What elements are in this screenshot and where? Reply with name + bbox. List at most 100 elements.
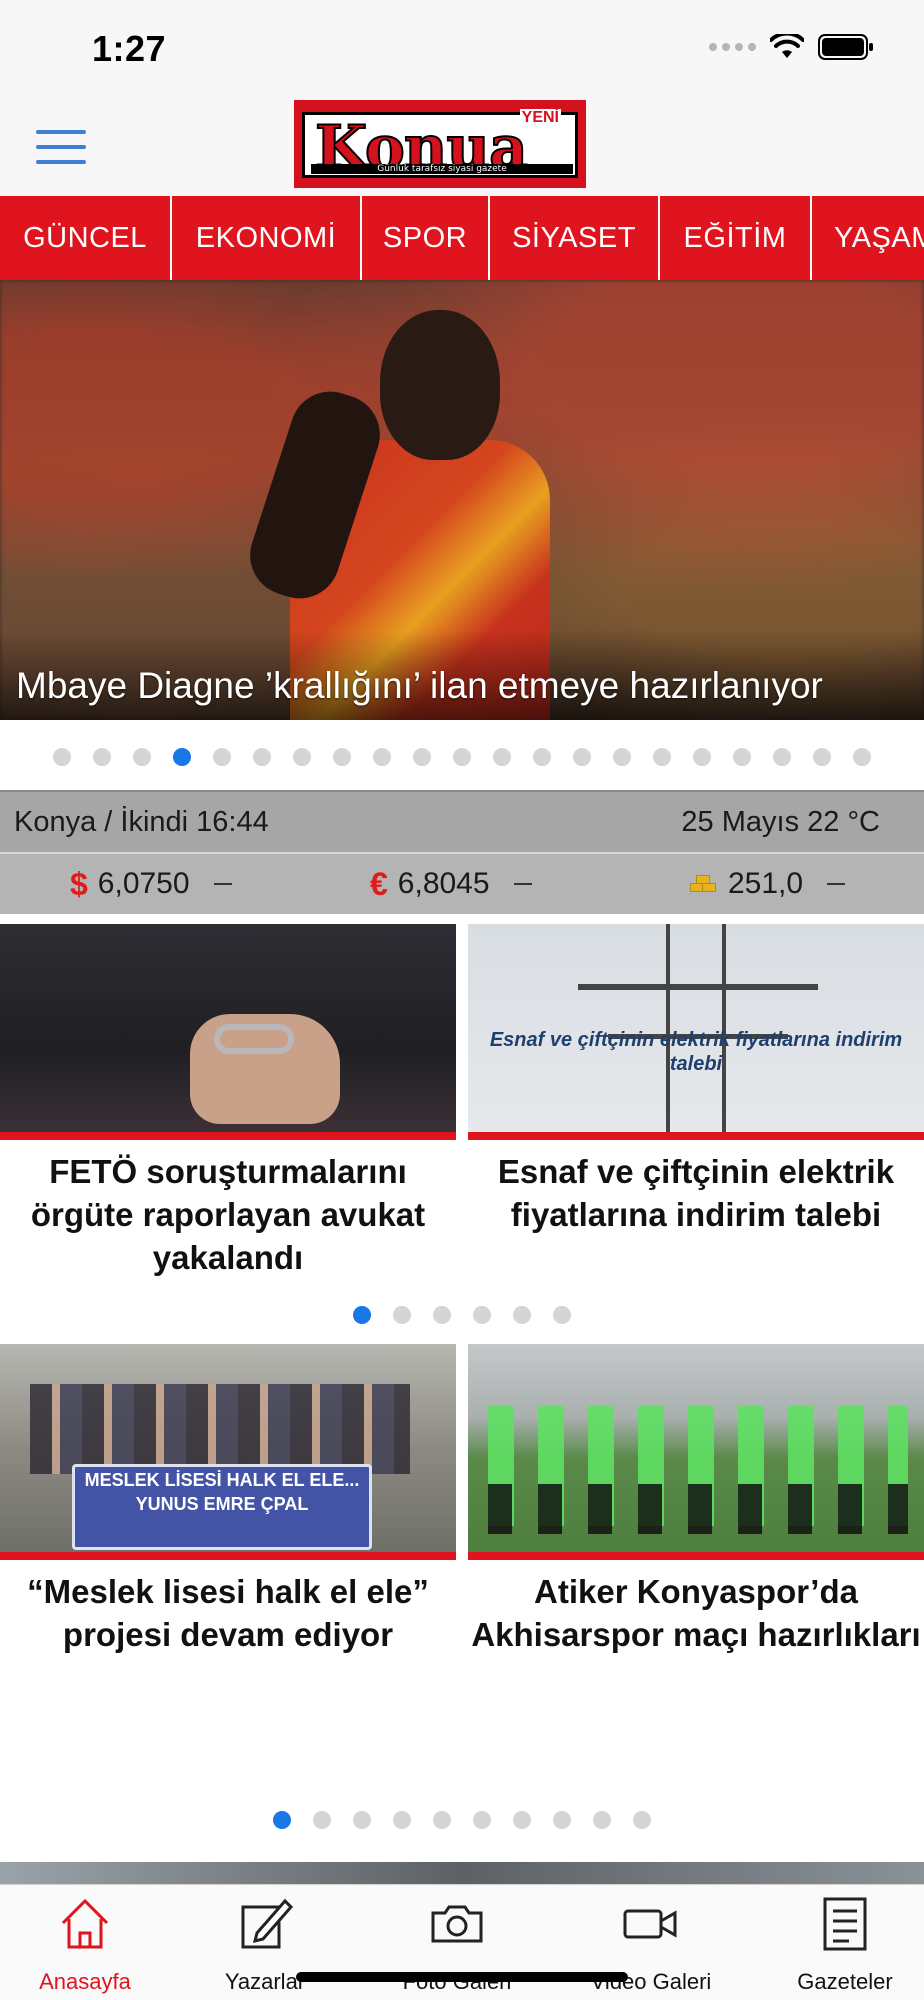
hero-page-dot[interactable]	[813, 748, 831, 766]
row2-page-dot[interactable]	[393, 1811, 411, 1829]
tab-video-galeri[interactable]: Video Galeri	[566, 1885, 736, 2000]
hero-page-dot[interactable]	[173, 748, 191, 766]
hero-page-dot[interactable]	[453, 748, 471, 766]
news-card-image	[0, 924, 456, 1132]
category-egitim[interactable]: EĞİTİM	[660, 196, 812, 280]
camera-icon	[431, 1905, 483, 1943]
row2-page-dot[interactable]	[593, 1811, 611, 1829]
row2-page-dot[interactable]	[273, 1811, 291, 1829]
tab-label: Gazeteler	[797, 1969, 893, 1994]
row2-page-dot[interactable]	[353, 1811, 371, 1829]
home-indicator	[296, 1972, 628, 1982]
newspaper-icon	[823, 1897, 867, 1951]
news-card-title[interactable]: Esnaf ve çiftçinin elektrik fiyatlarına …	[468, 1150, 924, 1236]
news-card-image	[468, 1344, 924, 1552]
tab-anasayfa[interactable]: Anasayfa	[0, 1885, 170, 2000]
hero-page-dot[interactable]	[413, 748, 431, 766]
hero-page-dot[interactable]	[653, 748, 671, 766]
logo-yeni: YENİ	[519, 109, 561, 127]
gold-trend-dash	[827, 883, 846, 885]
dollar-icon: $	[70, 865, 88, 902]
currency-bar: $ 6,0750 € 6,8045 251,0	[0, 852, 924, 914]
dollar-trend-dash	[213, 883, 232, 885]
gold-bars-icon	[688, 873, 718, 895]
hero-page-dot[interactable]	[333, 748, 351, 766]
hero-page-dot[interactable]	[613, 748, 631, 766]
row1-page-dot[interactable]	[433, 1306, 451, 1324]
hero-page-dot[interactable]	[133, 748, 151, 766]
next-section-image-peek	[0, 1862, 924, 1884]
row2-pagination	[0, 1811, 924, 1829]
row1-page-dot[interactable]	[553, 1306, 571, 1324]
row2-page-dot[interactable]	[513, 1811, 531, 1829]
hero-caption[interactable]: Mbaye Diagne ’krallığını’ ilan etmeye ha…	[16, 665, 823, 707]
hero-page-dot[interactable]	[853, 748, 871, 766]
news-card-title[interactable]: FETÖ soruşturmalarını örgüte raporlayan …	[0, 1150, 456, 1279]
info-bar: Konya / İkindi 16:44 25 Mayıs 22 °C	[0, 790, 924, 852]
hero-pagination	[0, 748, 924, 768]
tab-yazarlar[interactable]: Yazarlar	[180, 1885, 350, 2000]
hamburger-menu-icon[interactable]	[36, 130, 86, 164]
row2-page-dot[interactable]	[433, 1811, 451, 1829]
row1-page-dot[interactable]	[393, 1306, 411, 1324]
hero-page-dot[interactable]	[253, 748, 271, 766]
news-card-image: MESLEK LİSESİ HALK EL ELE... YUNUS EMRE …	[0, 1344, 456, 1552]
row1-page-dot[interactable]	[473, 1306, 491, 1324]
category-spor[interactable]: SPOR	[362, 196, 490, 280]
category-nav: GÜNCEL EKONOMİ SPOR SİYASET EĞİTİM YAŞAM	[0, 196, 924, 280]
image-overlay-text: MESLEK LİSESİ HALK EL ELE... YUNUS EMRE …	[84, 1470, 360, 1514]
row1-pagination	[0, 1306, 924, 1324]
dollar-value: 6,0750	[97, 867, 190, 900]
news-card-image: Esnaf ve çiftçinin elektrik fiyatlarına …	[468, 924, 924, 1132]
home-icon	[61, 1898, 109, 1949]
signal-icon	[709, 43, 756, 51]
hero-page-dot[interactable]	[533, 748, 551, 766]
tab-foto-galeri[interactable]: Foto Galeri	[372, 1885, 542, 2000]
wifi-icon	[770, 34, 804, 58]
news-card-title[interactable]: Atiker Konyaspor’da Akhisarspor maçı haz…	[468, 1570, 924, 1656]
battery-icon	[818, 34, 873, 60]
image-overlay-text: Esnaf ve çiftçinin elektrik fiyatlarına …	[489, 1029, 903, 1075]
row2-page-dot[interactable]	[473, 1811, 491, 1829]
row1-page-dot[interactable]	[513, 1306, 531, 1324]
tab-gazeteler[interactable]: Gazeteler	[760, 1885, 924, 2000]
tab-label: Anasayfa	[39, 1969, 131, 1994]
hero-page-dot[interactable]	[293, 748, 311, 766]
hero-page-dot[interactable]	[773, 748, 791, 766]
hero-slide[interactable]: Mbaye Diagne ’krallığını’ ilan etmeye ha…	[0, 280, 924, 720]
hero-page-dot[interactable]	[693, 748, 711, 766]
currency-gold: 251,0	[688, 867, 846, 901]
bottom-tab-bar: Anasayfa Yazarlar Foto Galeri Video Gale…	[0, 1884, 924, 2000]
euro-trend-dash	[513, 883, 532, 885]
hero-page-dot[interactable]	[573, 748, 591, 766]
hero-page-dot[interactable]	[493, 748, 511, 766]
site-logo[interactable]: Konua YENİ Günlük tarafsız siyasi gazete	[294, 100, 586, 190]
category-siyaset[interactable]: SİYASET	[490, 196, 660, 280]
category-ekonomi[interactable]: EKONOMİ	[172, 196, 362, 280]
row2-page-dot[interactable]	[633, 1811, 651, 1829]
gold-value: 251,0	[728, 867, 804, 900]
pencil-icon	[241, 1898, 294, 1949]
category-yasam[interactable]: YAŞAM	[812, 196, 924, 280]
category-guncel[interactable]: GÜNCEL	[0, 196, 172, 280]
status-icons	[709, 34, 874, 60]
status-bar: 1:27	[0, 0, 924, 100]
hero-page-dot[interactable]	[733, 748, 751, 766]
currency-euro: € 6,8045	[370, 866, 532, 903]
euro-value: 6,8045	[397, 867, 490, 900]
row2-page-dot[interactable]	[313, 1811, 331, 1829]
app-header: Konua YENİ Günlük tarafsız siyasi gazete	[0, 100, 924, 196]
date-weather-text: 25 Mayıs 22 °C	[681, 805, 880, 838]
logo-tagline: Günlük tarafsız siyasi gazete	[311, 164, 573, 174]
row1-page-dot[interactable]	[353, 1306, 371, 1324]
hero-page-dot[interactable]	[213, 748, 231, 766]
status-time: 1:27	[92, 28, 167, 69]
news-card-title[interactable]: “Meslek lisesi halk el ele” projesi deva…	[0, 1570, 456, 1656]
video-camera-icon	[623, 1909, 677, 1939]
hero-page-dot[interactable]	[53, 748, 71, 766]
hero-page-dot[interactable]	[373, 748, 391, 766]
hero-page-dot[interactable]	[93, 748, 111, 766]
prayer-time-text: Konya / İkindi 16:44	[14, 805, 269, 838]
row2-page-dot[interactable]	[553, 1811, 571, 1829]
euro-icon: €	[370, 865, 388, 902]
